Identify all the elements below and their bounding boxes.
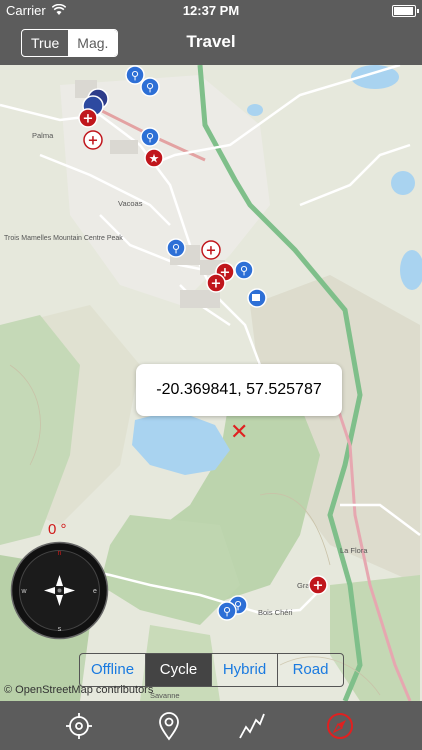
place-label: Bois Chéri <box>258 608 293 617</box>
svg-text:⚲: ⚲ <box>172 242 180 255</box>
svg-text:+: + <box>88 134 99 149</box>
restaurant-marker: ⚲ <box>125 65 145 85</box>
place-label: Palma <box>32 131 54 140</box>
svg-text:⚲: ⚲ <box>223 605 231 618</box>
locate-icon[interactable] <box>64 711 94 741</box>
compass-mode-icon[interactable] <box>325 711 355 741</box>
compass-west-label: w <box>20 588 27 595</box>
svg-text:+: + <box>211 277 222 292</box>
cafe-marker <box>247 288 267 308</box>
place-label: Savanne <box>150 691 180 700</box>
svg-text:★: ★ <box>149 152 160 166</box>
page-title: Travel <box>186 32 236 51</box>
compass-north-label: n <box>58 550 62 557</box>
restaurant-marker: ⚲ <box>140 77 160 97</box>
compass-south-label: s <box>58 626 62 633</box>
nav-bar: True Mag. Travel <box>0 20 422 65</box>
map-type-offline[interactable]: Offline <box>80 654 145 686</box>
svg-text:⚲: ⚲ <box>131 69 139 82</box>
place-label: Vacoas <box>118 199 143 208</box>
place-label: Trois Mamelles Mountain Centre Peak <box>4 235 123 242</box>
police-marker: ★ <box>144 148 164 168</box>
hospital-marker: + <box>308 575 328 595</box>
pin-icon[interactable] <box>154 711 184 741</box>
map-type-selector: Offline Cycle Hybrid Road <box>79 653 344 687</box>
restaurant-marker: ⚲ <box>166 238 186 258</box>
map-type-cycle[interactable]: Cycle <box>145 654 211 686</box>
selected-location-marker: ✕ <box>230 419 249 444</box>
bottom-toolbar <box>0 701 422 750</box>
route-icon[interactable] <box>237 711 267 741</box>
svg-text:⚲: ⚲ <box>146 131 154 144</box>
compass-east-label: e <box>93 588 97 595</box>
hospital-marker: + <box>83 130 103 150</box>
hospital-marker: + <box>206 273 226 293</box>
svg-text:⚲: ⚲ <box>146 81 154 94</box>
map-attribution: © OpenStreetMap contributors <box>4 684 154 696</box>
svg-text:+: + <box>313 579 324 594</box>
hospital-marker: + <box>201 240 221 260</box>
battery-icon <box>392 5 419 17</box>
restaurant-marker: ⚲ <box>217 601 237 621</box>
place-label: La Flora <box>340 546 368 555</box>
map-type-hybrid[interactable]: Hybrid <box>211 654 277 686</box>
svg-text:⚲: ⚲ <box>240 264 248 277</box>
svg-text:+: + <box>206 244 217 259</box>
hospital-marker: + <box>78 108 98 128</box>
restaurant-marker: ⚲ <box>234 260 254 280</box>
restaurant-marker: ⚲ <box>140 127 160 147</box>
coordinates-callout[interactable]: -20.369841, 57.525787 <box>136 364 342 416</box>
map-type-road[interactable]: Road <box>277 654 343 686</box>
compass-icon[interactable]: n s e w <box>10 541 109 640</box>
clock: 12:37 PM <box>182 3 240 18</box>
status-bar: Carrier 12:37 PM <box>0 0 422 20</box>
heading-readout: 0 ° <box>48 521 67 538</box>
svg-text:+: + <box>83 112 94 127</box>
